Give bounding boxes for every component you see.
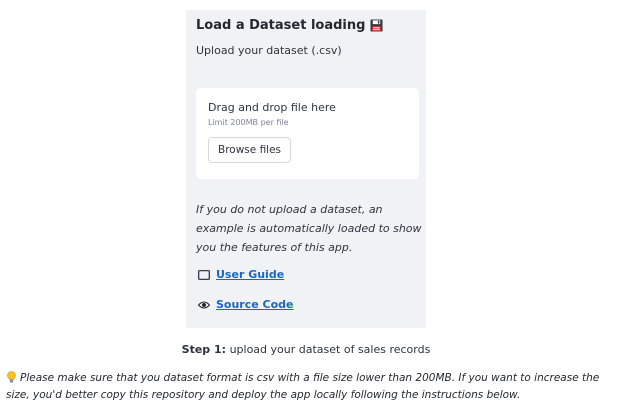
source-code-row[interactable]: Source Code — [198, 298, 294, 311]
sidebar-title-text: Load a Dataset loading — [196, 17, 366, 33]
floppy-disk-icon — [370, 18, 383, 32]
note-text: Please make sure that you dataset format… — [6, 372, 600, 401]
limit-text: Limit 200MB per file — [208, 118, 289, 127]
browse-files-button[interactable]: Browse files — [208, 137, 292, 163]
source-code-link[interactable]: Source Code — [216, 298, 294, 311]
sidebar-title: Load a Dataset loading — [196, 15, 416, 35]
caption-text: upload your dataset of sales records — [229, 343, 431, 356]
lightbulb-icon — [7, 371, 16, 383]
user-guide-link[interactable]: User Guide — [216, 268, 284, 281]
upload-label: Upload your dataset (.csv) — [196, 44, 342, 57]
note-paragraph: Please make sure that you dataset format… — [6, 370, 618, 404]
info-text: If you do not upload a dataset, an examp… — [196, 203, 422, 254]
drop-text: Drag and drop file here — [208, 101, 336, 114]
eye-icon — [198, 300, 210, 309]
sidebar-panel: Load a Dataset loading Upload your datas… — [186, 10, 426, 328]
book-icon — [198, 269, 210, 280]
user-guide-row[interactable]: User Guide — [198, 268, 284, 281]
step-label: Step 1: — [181, 343, 227, 356]
figure-caption: Step 1: upload your dataset of sales rec… — [0, 343, 612, 356]
file-uploader-dropzone[interactable]: Drag and drop file here Limit 200MB per … — [196, 88, 419, 179]
